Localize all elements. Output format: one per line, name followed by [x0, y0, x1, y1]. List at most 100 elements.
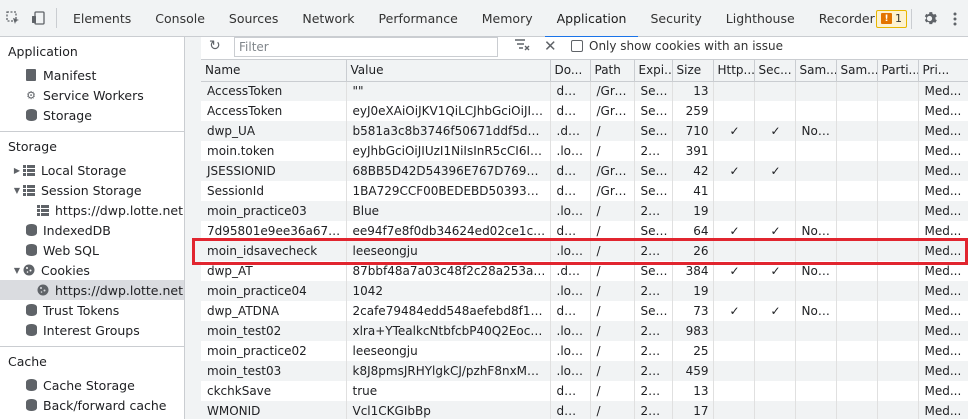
table-cell[interactable]: Sess...	[634, 221, 673, 241]
sidebar-item-web-sql[interactable]: Web SQL	[0, 240, 184, 260]
tab-elements[interactable]: Elements	[61, 0, 143, 37]
table-cell[interactable]: dwp...	[550, 181, 591, 201]
table-cell[interactable]: dwp...	[550, 301, 591, 321]
table-row[interactable]: moin_test03 k8J8pmsJRHYlgkCJ/pzhF8nxMAXz3…	[201, 361, 968, 381]
table-cell[interactable]	[836, 401, 878, 419]
table-cell[interactable]	[877, 321, 919, 341]
table-cell[interactable]: Med...	[918, 121, 968, 141]
table-row[interactable]: dwp_ATDNA 2cafe79484edd548aefebd8f1ad428 d…	[201, 301, 968, 321]
table-cell[interactable]: Sess...	[634, 161, 673, 181]
table-cell[interactable]: Med...	[918, 381, 968, 401]
table-cell[interactable]	[754, 361, 796, 381]
table-cell[interactable]	[754, 401, 796, 419]
table-cell[interactable]: Med...	[918, 81, 968, 101]
table-cell[interactable]	[713, 361, 755, 381]
table-cell[interactable]: moin_practice02	[201, 341, 347, 361]
tab-application[interactable]: Application	[544, 0, 639, 38]
column-header[interactable]: Size	[672, 60, 714, 82]
table-cell[interactable]	[795, 101, 837, 121]
table-cell[interactable]: 202...	[634, 321, 673, 341]
table-cell[interactable]: None	[795, 121, 837, 141]
table-cell[interactable]: Med...	[918, 361, 968, 381]
table-cell[interactable]	[836, 141, 878, 161]
table-cell[interactable]: /	[590, 381, 635, 401]
table-cell[interactable]: moin.token	[201, 141, 347, 161]
column-header[interactable]: Expi...	[634, 60, 673, 82]
table-cell[interactable]: ✓	[713, 221, 755, 241]
tab-network[interactable]: Network	[290, 0, 366, 37]
table-cell[interactable]: Sess...	[634, 181, 673, 201]
sidebar-item-session-storage[interactable]: ▼ Session Storage	[0, 180, 184, 200]
table-cell[interactable]	[754, 341, 796, 361]
table-cell[interactable]	[754, 321, 796, 341]
sidebar-item-cookies-origin[interactable]: https://dwp.lotte.net	[0, 280, 184, 300]
table-cell[interactable]: .lott...	[550, 321, 591, 341]
table-cell[interactable]: moin_test03	[201, 361, 347, 381]
table-cell[interactable]: moin_test02	[201, 321, 347, 341]
table-cell[interactable]	[877, 261, 919, 281]
table-cell[interactable]	[713, 81, 755, 101]
column-header[interactable]: Do...	[550, 60, 591, 82]
table-cell[interactable]: ✓	[754, 261, 796, 281]
sidebar-item-cookies[interactable]: ▼ Cookies	[0, 260, 184, 280]
table-cell[interactable]: /	[590, 241, 635, 261]
table-cell[interactable]: Sess...	[634, 121, 673, 141]
table-cell[interactable]	[754, 81, 796, 101]
refresh-icon[interactable]: ↻	[209, 38, 221, 54]
tab-lighthouse[interactable]: Lighthouse	[714, 0, 807, 37]
table-cell[interactable]	[795, 321, 837, 341]
table-cell[interactable]	[877, 241, 919, 261]
table-cell[interactable]	[836, 301, 878, 321]
table-cell[interactable]	[877, 161, 919, 181]
table-cell[interactable]	[836, 321, 878, 341]
table-cell[interactable]: moin_practice04	[201, 281, 347, 301]
table-cell[interactable]: /Gro...	[590, 181, 635, 201]
table-cell[interactable]: /	[590, 281, 635, 301]
table-cell[interactable]: Med...	[918, 181, 968, 201]
table-cell[interactable]: 19	[672, 201, 714, 221]
table-cell[interactable]	[877, 221, 919, 241]
table-cell[interactable]	[836, 361, 878, 381]
table-cell[interactable]	[713, 341, 755, 361]
table-cell[interactable]: 13	[672, 81, 714, 101]
table-cell[interactable]	[836, 221, 878, 241]
table-cell[interactable]: /	[590, 121, 635, 141]
table-cell[interactable]: 7d95801e9ee36a670e...	[201, 221, 347, 241]
table-row[interactable]: dwp_AT 87bbf48a7a03c48f2c28a253aacea9 .dw.…	[201, 261, 968, 281]
table-row[interactable]: moin_practice04 1042 .lott.../202... 19 Med.…	[201, 281, 968, 301]
sidebar-item-indexeddb[interactable]: IndexedDB	[0, 220, 184, 240]
table-cell[interactable]: Med...	[918, 281, 968, 301]
table-cell[interactable]: 73	[672, 301, 714, 321]
table-cell[interactable]: 26	[672, 241, 714, 261]
collapse-arrow-icon[interactable]: ▼	[12, 186, 22, 195]
table-cell[interactable]: 68BB5D42D54396E767D769A7686	[346, 161, 551, 181]
table-cell[interactable]: 19	[672, 281, 714, 301]
sidebar-item-bfcache[interactable]: Back/forward cache	[0, 395, 184, 415]
table-cell[interactable]	[836, 241, 878, 261]
table-row[interactable]: AccessToken""dwp.../Gro...Sess...13 Med..…	[201, 81, 968, 101]
table-row[interactable]: dwp_UA b581a3c8b3746f50671ddf5d40b84 .dw..…	[201, 121, 968, 141]
table-cell[interactable]	[754, 241, 796, 261]
table-cell[interactable]	[713, 381, 755, 401]
table-row[interactable]: ckchkSave true dwp.../202... 13 Med...	[201, 381, 968, 401]
table-cell[interactable]	[795, 281, 837, 301]
table-cell[interactable]: leeseongju	[346, 241, 551, 261]
table-cell[interactable]	[713, 201, 755, 221]
table-cell[interactable]	[754, 181, 796, 201]
sidebar-item-trust-tokens[interactable]: Trust Tokens	[0, 300, 184, 320]
table-row[interactable]: 7d95801e9ee36a670e... ee94f7e8f0db34624ed…	[201, 221, 968, 241]
table-cell[interactable]: leeseongju	[346, 341, 551, 361]
table-cell[interactable]: eyJ0eXAiOiJKV1QiLCJhbGciOiJIUzUxMiJ9	[346, 101, 551, 121]
table-cell[interactable]: .lott...	[550, 241, 591, 261]
table-cell[interactable]: dwp...	[550, 381, 591, 401]
table-row[interactable]: JSESSIONID 68BB5D42D54396E767D769A7686 dwp…	[201, 161, 968, 181]
table-cell[interactable]	[836, 101, 878, 121]
table-cell[interactable]: 202...	[634, 281, 673, 301]
table-cell[interactable]: eyJhbGciOiJIUzI1NiIsInR5cCI6IkpXVCJ9	[346, 141, 551, 161]
table-cell[interactable]: AccessToken	[201, 101, 347, 121]
table-cell[interactable]	[754, 141, 796, 161]
table-cell[interactable]	[836, 281, 878, 301]
table-cell[interactable]: /	[590, 221, 635, 241]
table-cell[interactable]: dwp_AT	[201, 261, 347, 281]
table-cell[interactable]: ✓	[713, 161, 755, 181]
